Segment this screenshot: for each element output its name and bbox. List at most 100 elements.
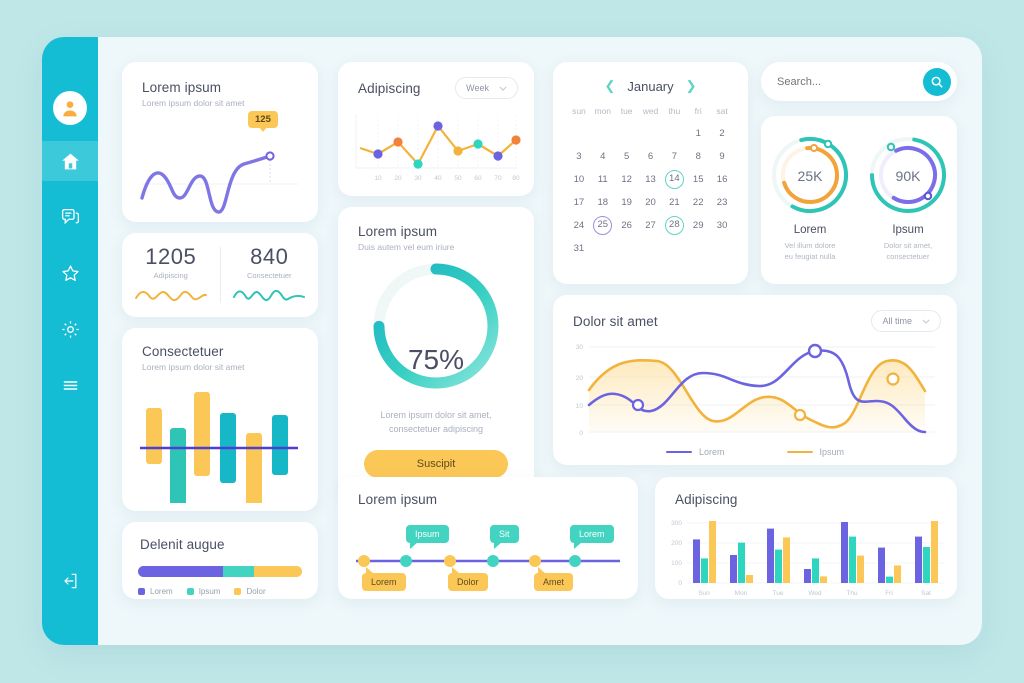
svg-text:200: 200 xyxy=(671,540,682,547)
calendar-day-12[interactable]: 12 xyxy=(615,170,639,189)
calendar-day-21[interactable]: 21 xyxy=(662,193,686,212)
card-timeline: Lorem ipsum Ipsum Sit Lorem Lorem Dolor … xyxy=(338,477,638,599)
calendar-day-7[interactable]: 7 xyxy=(662,147,686,166)
calendar-day-17[interactable]: 17 xyxy=(567,193,591,212)
calendar-day-29[interactable]: 29 xyxy=(686,216,710,235)
donut-percent: 75% xyxy=(407,344,465,375)
dashboard-content: Lorem ipsum Lorem ipsum dolor sit amet 1… xyxy=(98,37,982,645)
floating-bar-chart xyxy=(140,392,298,503)
calendar-day-19[interactable]: 19 xyxy=(615,193,639,212)
calendar-day-28[interactable]: 28 xyxy=(664,216,684,235)
calendar-day-31[interactable]: 31 xyxy=(567,239,591,258)
user-icon xyxy=(63,101,77,117)
calendar-day-23[interactable]: 23 xyxy=(710,193,734,212)
calendar-day-3[interactable]: 3 xyxy=(567,147,591,166)
hamburger-icon xyxy=(63,380,77,390)
calendar-day-2[interactable]: 2 xyxy=(710,124,734,143)
svg-text:20: 20 xyxy=(394,175,402,182)
calendar-blank xyxy=(662,124,686,143)
legend-item-ipsum: Ipsum xyxy=(786,447,845,457)
home-icon xyxy=(61,153,79,169)
sidebar-item-favorites[interactable] xyxy=(42,253,98,293)
calendar-next-month-button[interactable]: ❯ xyxy=(686,78,697,94)
card-dolor-sit-amet-area: Dolor sit amet All time 30 20 10 0 Lorem… xyxy=(553,295,957,465)
calendar-prev-month-button[interactable]: ❮ xyxy=(604,78,615,94)
legend-label: Dolor xyxy=(246,587,266,596)
ring-value: 90K xyxy=(895,168,921,184)
calendar-day-6[interactable]: 6 xyxy=(639,147,663,166)
card-calendar: ❮ January ❯ sun mon tue wed thu fri sat 1 2 3 4 5 6 7… xyxy=(553,62,748,284)
calendar-dow-sat: sat xyxy=(716,106,728,116)
sidebar-item-messages[interactable] xyxy=(42,197,98,237)
calendar-day-24[interactable]: 24 xyxy=(567,216,591,235)
card-title: Lorem ipsum xyxy=(142,80,222,95)
logout-button[interactable] xyxy=(42,561,98,601)
legend-item-lorem: Lorem xyxy=(665,447,725,457)
search-button[interactable] xyxy=(923,67,951,96)
sidebar-item-home[interactable] xyxy=(42,141,98,181)
gear-icon xyxy=(61,320,79,338)
calendar-day-18[interactable]: 18 xyxy=(591,193,615,212)
card-title: Delenit augue xyxy=(140,537,225,552)
suscipit-button[interactable]: Suscipit xyxy=(364,450,508,478)
ring-desc-line1: Vel illum dolore xyxy=(784,241,836,250)
period-select-week[interactable]: Week xyxy=(455,77,518,99)
timeline-tag-below-3[interactable]: Amet xyxy=(534,567,574,591)
legend-label: Ipsum xyxy=(819,447,845,457)
calendar-day-5[interactable]: 5 xyxy=(615,147,639,166)
calendar-dow-sun: sun xyxy=(572,106,586,116)
calendar-day-8[interactable]: 8 xyxy=(686,147,710,166)
bar-xlabel-sun: Sun xyxy=(698,590,710,597)
period-select-all-time[interactable]: All time xyxy=(871,310,941,332)
ring-desc-line2: consectetuer xyxy=(886,252,930,261)
sidebar-item-settings[interactable] xyxy=(42,309,98,349)
calendar-day-11[interactable]: 11 xyxy=(591,170,615,189)
timeline-body: Ipsum Sit Lorem Lorem Dolor Amet xyxy=(338,507,638,591)
bar-xlabel-thu: Thu xyxy=(846,590,858,597)
card-search xyxy=(761,62,957,101)
card-title: Adipiscing xyxy=(675,492,738,507)
avatar[interactable] xyxy=(53,91,87,125)
legend-swatch xyxy=(186,588,194,595)
progress-segment-dolor xyxy=(254,566,302,577)
calendar-day-9[interactable]: 9 xyxy=(710,147,734,166)
card-title: Lorem ipsum xyxy=(358,224,438,239)
calendar-day-10[interactable]: 10 xyxy=(567,170,591,189)
calendar-day-4[interactable]: 4 xyxy=(591,147,615,166)
calendar-day-16[interactable]: 16 xyxy=(710,170,734,189)
legend-swatch xyxy=(234,588,242,595)
calendar-day-13[interactable]: 13 xyxy=(639,170,663,189)
adipiscing-line-chart: 10 20 30 40 50 60 70 80 xyxy=(355,114,521,182)
search-input[interactable] xyxy=(777,75,905,88)
bar-xlabel-wed: Wed xyxy=(808,590,822,597)
card-title: Lorem ipsum xyxy=(358,492,438,507)
svg-text:40: 40 xyxy=(434,175,442,182)
sidebar-item-menu[interactable] xyxy=(42,365,98,405)
calendar-day-14[interactable]: 14 xyxy=(664,170,684,189)
calendar-day-27[interactable]: 27 xyxy=(639,216,663,235)
calendar-day-20[interactable]: 20 xyxy=(639,193,663,212)
legend-line xyxy=(786,450,813,454)
spark-header: Lorem ipsum Lorem ipsum dolor sit amet xyxy=(122,62,318,108)
card-title: Adipiscing xyxy=(358,80,421,96)
stat-sparkline-consectetuer xyxy=(233,289,306,302)
calendar-day-25[interactable]: 25 xyxy=(593,216,613,235)
calendar-blank xyxy=(615,124,639,143)
calendar-day-22[interactable]: 22 xyxy=(686,193,710,212)
timeline-tag-below-2[interactable]: Dolor xyxy=(448,567,488,591)
svg-text:80: 80 xyxy=(512,175,520,182)
calendar-day-1[interactable]: 1 xyxy=(686,124,710,143)
ring-lorem: 25K Lorem Vel illum dolore eu feugiat nu… xyxy=(761,116,859,284)
chat-icon xyxy=(61,208,79,224)
calendar-blank xyxy=(639,124,663,143)
calendar-grid: sun mon tue wed thu fri sat 1 2 3 4 5 6 7 8 9 10 11 12 13 14… xyxy=(553,94,748,258)
calendar-day-30[interactable]: 30 xyxy=(710,216,734,235)
calendar-dow-tue: tue xyxy=(620,106,633,116)
svg-text:10: 10 xyxy=(576,403,584,410)
timeline-tag-below-1[interactable]: Lorem xyxy=(362,567,406,591)
spark-value-badge: 125 xyxy=(248,111,278,132)
donut-wrap: 75% xyxy=(338,252,534,400)
calendar-day-26[interactable]: 26 xyxy=(615,216,639,235)
calendar-day-15[interactable]: 15 xyxy=(686,170,710,189)
calendar-header: ❮ January ❯ xyxy=(553,62,748,94)
